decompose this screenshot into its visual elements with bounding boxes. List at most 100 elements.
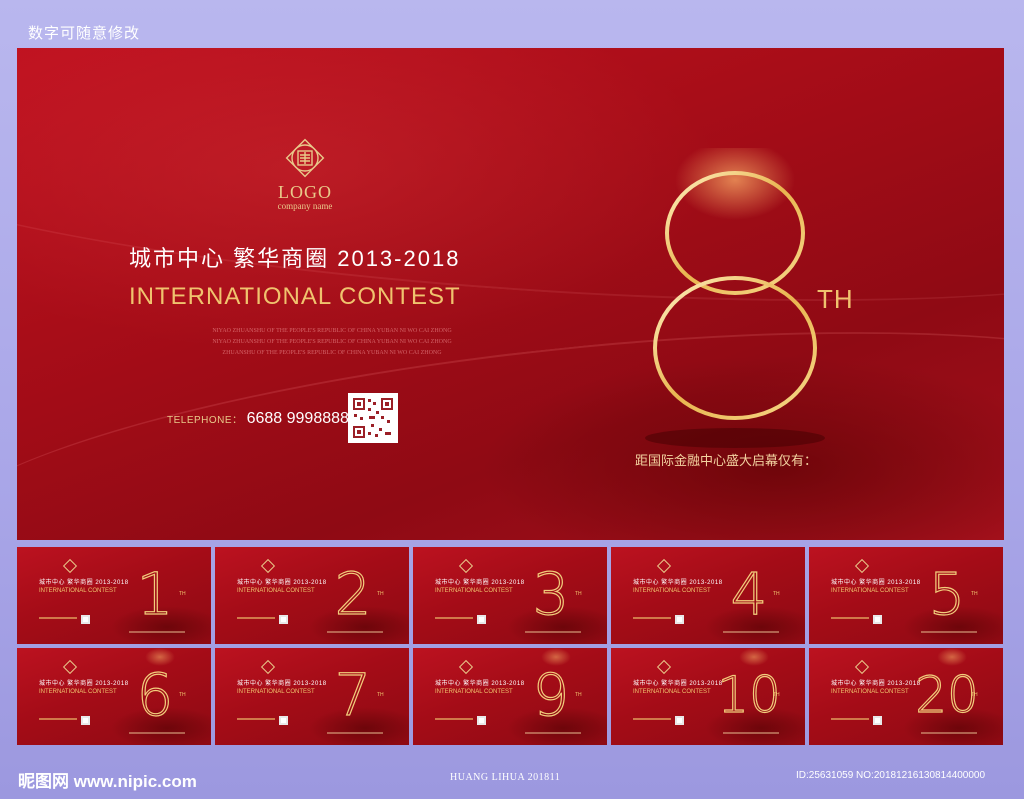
thumb-logo-icon [854,558,870,574]
subtext: NIYAO ZHUANSHU OF THE PEOPLE'S REPUBLIC … [167,326,497,359]
thumbnail-5[interactable]: 城市中心 繁华商圈 2013-2018 INTERNATIONAL CONTES… [809,547,1003,644]
thumbnail-20[interactable]: 城市中心 繁华商圈 2013-2018 INTERNATIONAL CONTES… [809,648,1003,745]
thumb-headline-en: INTERNATIONAL CONTEST [39,588,117,594]
thumb-phone-line [831,617,869,619]
logo-text: LOGO [278,182,332,202]
headline-en: INTERNATIONAL CONTEST [129,283,461,310]
thumb-headline-cn: 城市中心 繁华商圈 2013-2018 [237,681,327,687]
thumb-qr-icon [675,716,684,725]
thumb-number: 4 [730,559,768,628]
thumb-number: 7 [334,660,372,729]
footer-author: HUANG LIHUA 201811 [450,772,561,783]
logo: LOGO company name [269,136,341,211]
thumb-qr-icon [477,716,486,725]
thumb-caption-line [327,732,383,734]
thumb-qr-icon [873,615,882,624]
thumb-headline-en: INTERNATIONAL CONTEST [831,588,909,594]
thumb-logo-icon [260,558,276,574]
thumb-headline-en: INTERNATIONAL CONTEST [831,689,909,695]
thumb-headline-en: INTERNATIONAL CONTEST [435,689,513,695]
thumb-caption-line [723,732,779,734]
qr-code-icon [351,396,395,440]
thumb-phone-line [39,718,77,720]
thumb-headline-en: INTERNATIONAL CONTEST [39,689,117,695]
thumb-caption-line [129,631,185,633]
thumb-qr-icon [81,716,90,725]
big-number-8 [645,148,825,448]
thumb-headline-cn: 城市中心 繁华商圈 2013-2018 [633,681,723,687]
thumb-suffix: TH [575,591,582,597]
thumb-logo-icon [458,659,474,675]
headline-cn: 城市中心 繁华商圈 2013-2018 [129,246,461,271]
thumb-suffix: TH [773,591,780,597]
thumb-phone-line [39,617,77,619]
thumb-headline-cn: 城市中心 繁华商圈 2013-2018 [831,580,921,586]
thumb-number: 6 [136,660,174,729]
phone-number: 6688 9998888 [246,410,349,427]
thumb-headline-en: INTERNATIONAL CONTEST [435,588,513,594]
thumb-headline-en: INTERNATIONAL CONTEST [633,588,711,594]
subtext-line: NIYAO ZHUANSHU OF THE PEOPLE'S REPUBLIC … [212,328,452,334]
thumb-qr-icon [675,615,684,624]
thumb-qr-icon [279,615,288,624]
thumb-phone-line [237,617,275,619]
thumb-number: 9 [532,660,570,729]
top-caption: 数字可随意修改 [28,25,141,42]
thumb-caption-line [129,732,185,734]
phone: TELEPHONE： 6688 9998888 [167,410,349,428]
countdown-label: 距国际金融中心盛大启幕仅有： [635,453,818,468]
thumb-logo-icon [260,659,276,675]
thumbnail-7[interactable]: 城市中心 繁华商圈 2013-2018 INTERNATIONAL CONTES… [215,648,409,745]
thumb-phone-line [633,718,671,720]
thumb-logo-icon [656,558,672,574]
footer-id: ID:25631059 NO:20181216130814400000 [796,770,986,781]
thumb-logo-icon [854,659,870,675]
thumb-headline-cn: 城市中心 繁华商圈 2013-2018 [39,580,129,586]
thumb-suffix: TH [575,692,582,698]
thumb-suffix: TH [377,591,384,597]
thumbnail-6[interactable]: 城市中心 繁华商圈 2013-2018 INTERNATIONAL CONTES… [17,648,211,745]
thumb-phone-line [435,617,473,619]
thumb-number: 5 [928,559,966,628]
thumb-headline-cn: 城市中心 繁华商圈 2013-2018 [237,580,327,586]
thumb-headline-en: INTERNATIONAL CONTEST [237,588,315,594]
thumb-qr-icon [81,615,90,624]
thumbnail-3[interactable]: 城市中心 繁华商圈 2013-2018 INTERNATIONAL CONTES… [413,547,607,644]
thumb-caption-line [723,631,779,633]
thumbnail-10[interactable]: 城市中心 繁华商圈 2013-2018 INTERNATIONAL CONTES… [611,648,805,745]
thumb-phone-line [831,718,869,720]
thumb-headline-cn: 城市中心 繁华商圈 2013-2018 [435,580,525,586]
thumb-suffix: TH [179,591,186,597]
main-poster: LOGO company name 城市中心 繁华商圈 2013-2018 IN… [17,48,1004,540]
thumb-number: 1 [136,559,174,628]
thumbnail-2[interactable]: 城市中心 繁华商圈 2013-2018 INTERNATIONAL CONTES… [215,547,409,644]
thumb-caption-line [525,631,581,633]
thumb-suffix: TH [377,692,384,698]
thumb-phone-line [633,617,671,619]
subtext-line: ZHUANSHU OF THE PEOPLE'S REPUBLIC OF CHI… [222,350,442,356]
thumb-suffix: TH [971,692,978,698]
digit-eight-outline [653,171,817,420]
thumb-phone-line [435,718,473,720]
gold-sparkle [675,148,795,220]
thumb-headline-cn: 城市中心 繁华商圈 2013-2018 [39,681,129,687]
thumbnail-4[interactable]: 城市中心 繁华商圈 2013-2018 INTERNATIONAL CONTES… [611,547,805,644]
thumb-caption-line [525,732,581,734]
thumb-logo-icon [62,659,78,675]
logo-subtitle: company name [277,201,333,211]
thumb-headline-cn: 城市中心 繁华商圈 2013-2018 [633,580,723,586]
number-shadow [645,428,825,448]
phone-label: TELEPHONE： [167,415,243,426]
thumb-qr-icon [279,716,288,725]
thumb-qr-icon [873,716,882,725]
thumb-logo-icon [458,558,474,574]
thumb-qr-icon [477,615,486,624]
thumb-headline-cn: 城市中心 繁华商圈 2013-2018 [435,681,525,687]
thumb-number: 2 [334,559,372,628]
thumb-logo-icon [656,659,672,675]
footer-watermark: 昵图网 www.nipic.com [18,772,197,791]
thumb-suffix: TH [971,591,978,597]
thumbnail-1[interactable]: 城市中心 繁华商圈 2013-2018 INTERNATIONAL CONTES… [17,547,211,644]
thumbnail-9[interactable]: 城市中心 繁华商圈 2013-2018 INTERNATIONAL CONTES… [413,648,607,745]
qr-code [348,393,398,443]
